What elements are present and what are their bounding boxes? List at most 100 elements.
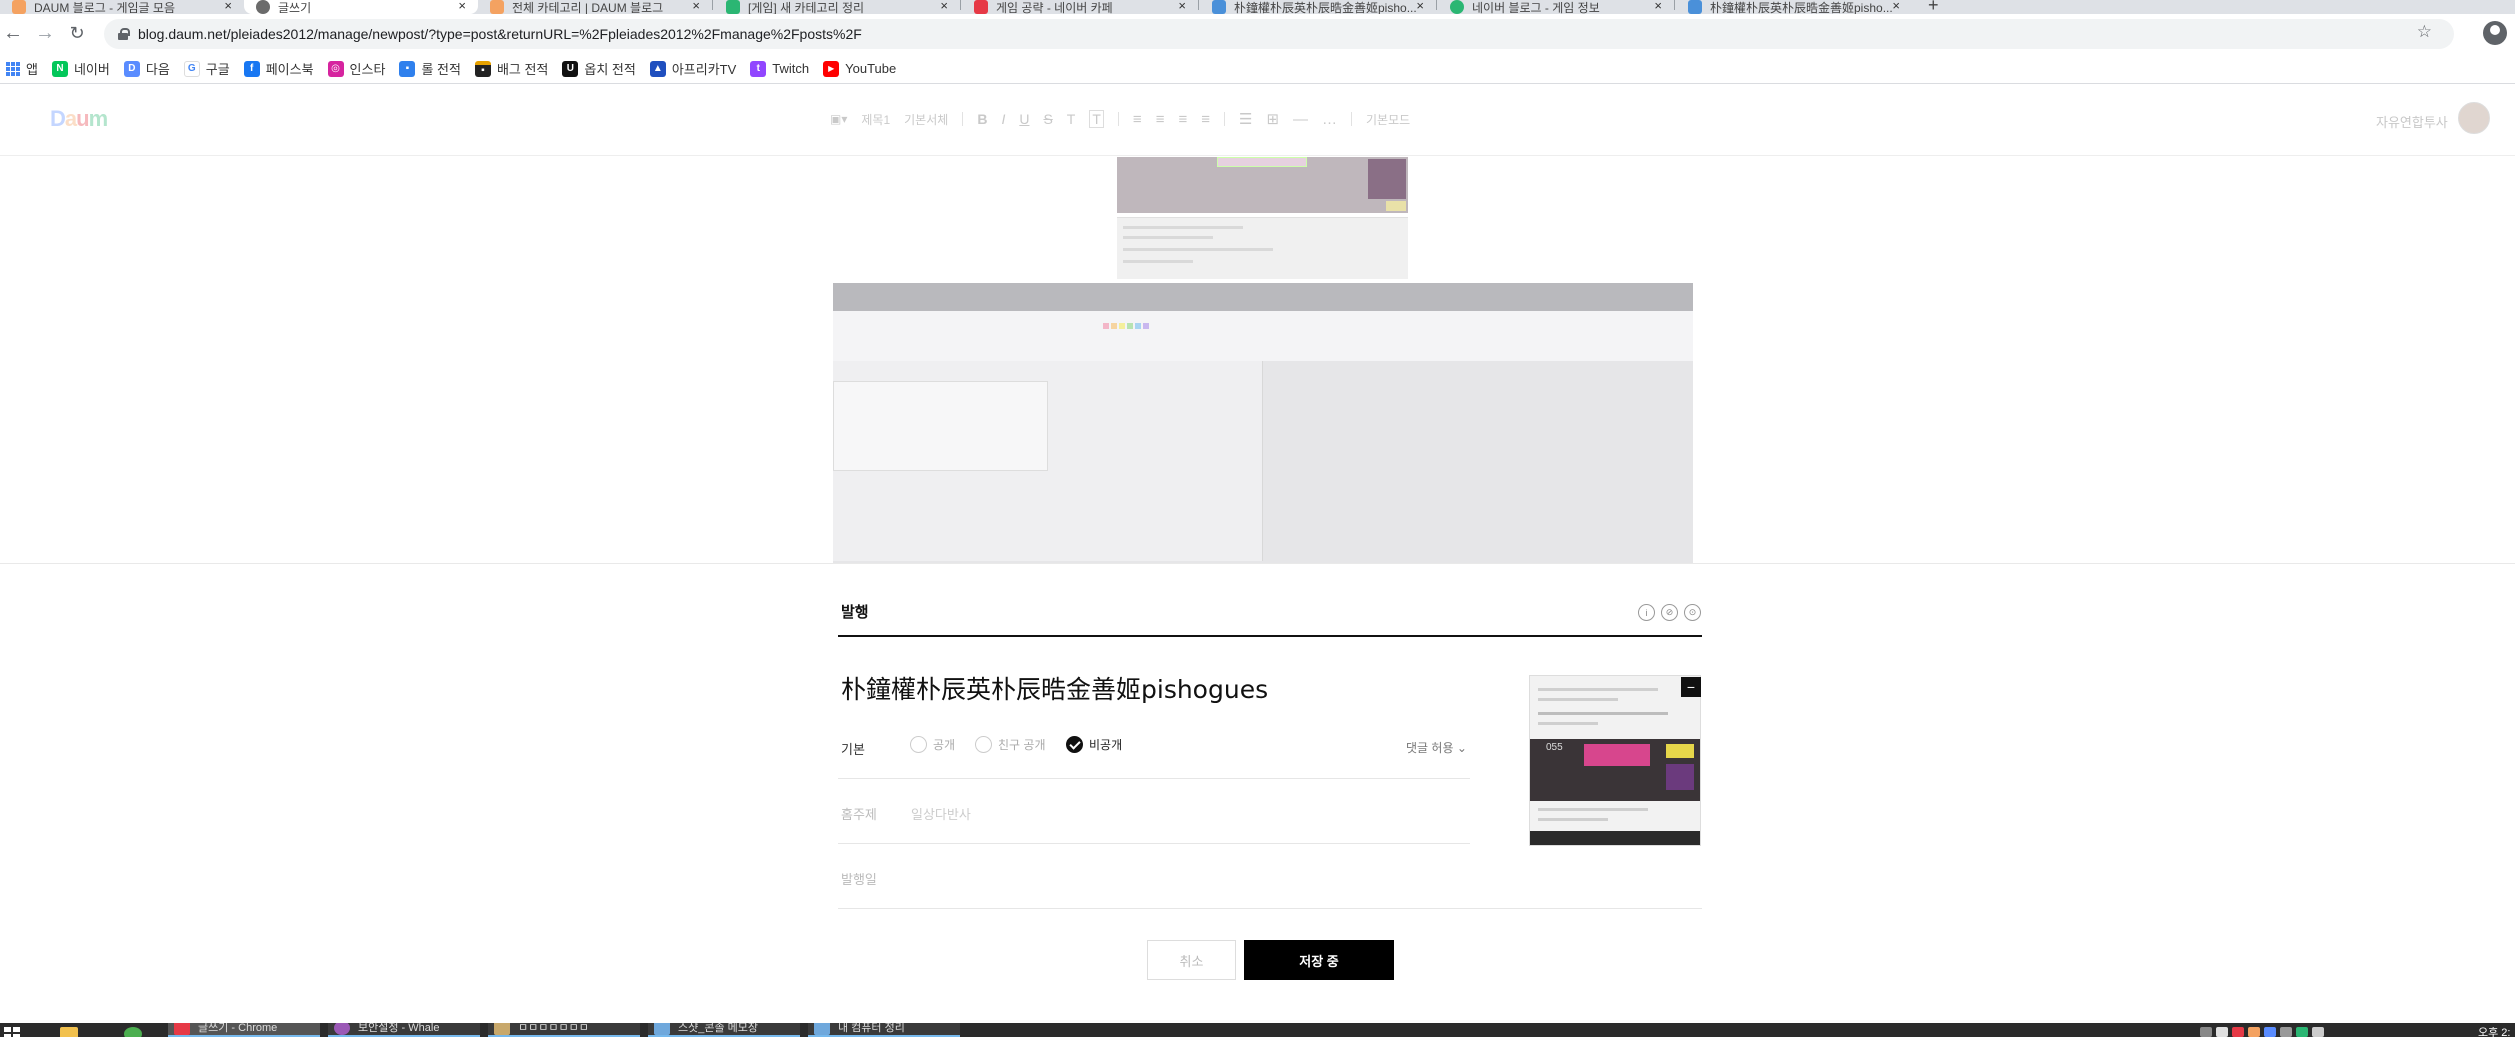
settings-icon[interactable]: ⊙ — [1684, 604, 1701, 621]
radio-private[interactable]: 비공개 — [1066, 736, 1122, 753]
close-tab-icon[interactable]: × — [1178, 0, 1186, 13]
bookmark-google[interactable]: G 구글 — [183, 59, 230, 78]
bookmark-daum[interactable]: D 다음 — [123, 59, 170, 78]
strikethrough-icon[interactable]: S — [1043, 111, 1052, 127]
browser-tab[interactable]: 朴鐘權朴辰英朴辰晧金善姬pisho... × — [1200, 0, 1436, 14]
tab-favicon-icon — [1212, 0, 1226, 14]
cancel-button[interactable]: 취소 — [1147, 940, 1236, 980]
italic-icon[interactable]: I — [1001, 111, 1005, 127]
image-icon[interactable]: ▣▾ — [830, 112, 847, 126]
new-tab-button[interactable]: + — [1928, 0, 1939, 14]
tray-icon[interactable] — [2296, 1027, 2308, 1037]
browser-tab-active[interactable]: 글쓰기 × — [244, 0, 478, 14]
save-button[interactable]: 저장 중 — [1244, 940, 1394, 980]
taskbar-item[interactable]: ㅁㅁㅁㅁㅁㅁㅁ — [488, 1023, 640, 1037]
remove-thumbnail-button[interactable]: − — [1681, 677, 1701, 697]
taskbar-item[interactable]: 보안설정 - Whale — [328, 1023, 480, 1037]
bookmark-twitch[interactable]: t Twitch — [750, 60, 809, 77]
embedded-image[interactable] — [833, 283, 1693, 563]
editor-canvas[interactable] — [0, 157, 2515, 563]
tray-icon[interactable] — [2248, 1027, 2260, 1037]
text-color-icon[interactable]: T — [1067, 111, 1076, 127]
bookmark-facebook[interactable]: f 페이스북 — [243, 59, 314, 78]
browser-tab[interactable]: 朴鐘權朴辰英朴辰晧金善姬pisho... × — [1676, 0, 1912, 14]
tray-icon[interactable] — [2216, 1027, 2228, 1037]
underline-icon[interactable]: U — [1019, 111, 1029, 127]
browser-tab[interactable]: DAUM 블로그 - 게임글 모음 × — [0, 0, 244, 14]
close-tab-icon[interactable]: × — [1892, 0, 1900, 13]
app-icon — [814, 1023, 830, 1035]
heading-select[interactable]: 제목1 — [861, 111, 890, 128]
avatar[interactable] — [2458, 102, 2490, 134]
tab-title: DAUM 블로그 - 게임글 모음 — [34, 0, 175, 15]
bookmark-apps[interactable]: 앱 — [6, 59, 38, 78]
taskbar-item-label: 보안설정 - Whale — [358, 1023, 440, 1034]
font-select[interactable]: 기본서체 — [904, 111, 948, 128]
thumbnail-preview[interactable]: 055 — [1529, 675, 1701, 846]
bookmark-naver[interactable]: N 네이버 — [51, 59, 110, 78]
browser-tab[interactable]: [게임] 새 카테고리 정리 × — [714, 0, 960, 14]
close-tab-icon[interactable]: × — [1416, 0, 1424, 13]
tray-icon[interactable] — [2312, 1027, 2324, 1037]
bookmark-label: 배그 전적 — [496, 62, 549, 77]
align-center-icon[interactable]: ≡ — [1156, 111, 1165, 128]
list-icon[interactable]: ☰ — [1239, 110, 1252, 128]
radio-public[interactable]: 공개 — [910, 736, 955, 753]
close-tab-icon[interactable]: × — [692, 0, 700, 13]
browser-tab[interactable]: 게임 공략 - 네이버 카페 × — [962, 0, 1198, 14]
taskbar-clock[interactable]: 오후 2: — [2478, 1024, 2510, 1037]
bookmark-lol-stats[interactable]: ▪ 롤 전적 — [399, 59, 461, 78]
address-bar[interactable]: blog.daum.net/pleiades2012/manage/newpos… — [104, 19, 2454, 49]
back-arrow-icon[interactable]: ← — [0, 20, 26, 46]
text-background-icon[interactable]: T — [1089, 110, 1104, 128]
more-icon[interactable]: … — [1322, 111, 1337, 128]
align-right-icon[interactable]: ≡ — [1178, 111, 1187, 128]
embedded-image[interactable] — [1117, 217, 1408, 279]
align-left-icon[interactable]: ≡ — [1133, 111, 1142, 128]
table-icon[interactable]: ⊞ — [1266, 110, 1279, 128]
profile-avatar-icon[interactable] — [2483, 21, 2507, 45]
tray-icon[interactable] — [2200, 1027, 2212, 1037]
browser-tab[interactable]: 전체 카테고리 | DAUM 블로그 × — [478, 0, 712, 14]
horizontal-rule-icon[interactable]: — — [1293, 111, 1308, 128]
chrome-icon[interactable] — [124, 1027, 142, 1037]
topic-select[interactable]: 일상다반사 — [911, 804, 971, 823]
tray-icon[interactable] — [2280, 1027, 2292, 1037]
pubg-icon: ▪ — [474, 60, 491, 77]
reload-icon[interactable]: ↻ — [64, 20, 90, 46]
close-tab-icon[interactable]: × — [224, 0, 232, 13]
file-explorer-icon[interactable] — [60, 1027, 78, 1037]
radio-icon — [975, 736, 992, 753]
bookmark-pubg-stats[interactable]: ▪ 배그 전적 — [474, 59, 549, 78]
mode-select[interactable]: 기본모드 — [1366, 111, 1410, 128]
tray-icon[interactable] — [2232, 1027, 2244, 1037]
radio-friends[interactable]: 친구 공개 — [975, 736, 1046, 753]
close-tab-icon[interactable]: × — [940, 0, 948, 13]
browser-tab[interactable]: 네이버 블로그 - 게임 정보 × — [1438, 0, 1674, 14]
tray-icon[interactable] — [2264, 1027, 2276, 1037]
bookmark-instagram[interactable]: ◎ 인스타 — [327, 59, 385, 78]
url-text[interactable]: blog.daum.net/pleiades2012/manage/newpos… — [138, 26, 862, 42]
embedded-image[interactable] — [1117, 157, 1408, 213]
block-icon[interactable]: ⊘ — [1661, 604, 1678, 621]
close-tab-icon[interactable]: × — [1654, 0, 1662, 13]
tab-title: 朴鐘權朴辰英朴辰晧金善姬pisho... — [1710, 0, 1893, 15]
bookmark-star-icon[interactable]: ☆ — [2417, 22, 2432, 42]
taskbar-item-label: 글쓰기 - Chrome — [198, 1023, 278, 1034]
info-icon[interactable]: i — [1638, 604, 1655, 621]
bookmark-afreecatv[interactable]: ▲ 아프리카TV — [649, 59, 736, 78]
taskbar-item[interactable]: 내 컴퓨터 정리 — [808, 1023, 960, 1037]
user-name[interactable]: 자유연합투사 — [2376, 112, 2448, 131]
windows-start-icon[interactable] — [4, 1027, 20, 1037]
daum-logo[interactable]: Daum — [50, 106, 108, 132]
bookmark-youtube[interactable]: ▶ YouTube — [823, 60, 896, 77]
close-tab-icon[interactable]: × — [458, 0, 466, 13]
taskbar-item[interactable]: 글쓰기 - Chrome — [168, 1023, 320, 1037]
taskbar-item[interactable]: 스샷_콘솔 메모장 — [648, 1023, 800, 1037]
bold-icon[interactable]: B — [977, 111, 987, 127]
forward-arrow-icon[interactable]: → — [32, 20, 58, 46]
bookmark-ow-stats[interactable]: U 옵치 전적 — [562, 59, 636, 78]
align-justify-icon[interactable]: ≡ — [1201, 111, 1210, 128]
tab-favicon-icon — [1450, 0, 1464, 14]
comment-dropdown[interactable]: 댓글 허용 ⌄ — [1406, 739, 1467, 756]
